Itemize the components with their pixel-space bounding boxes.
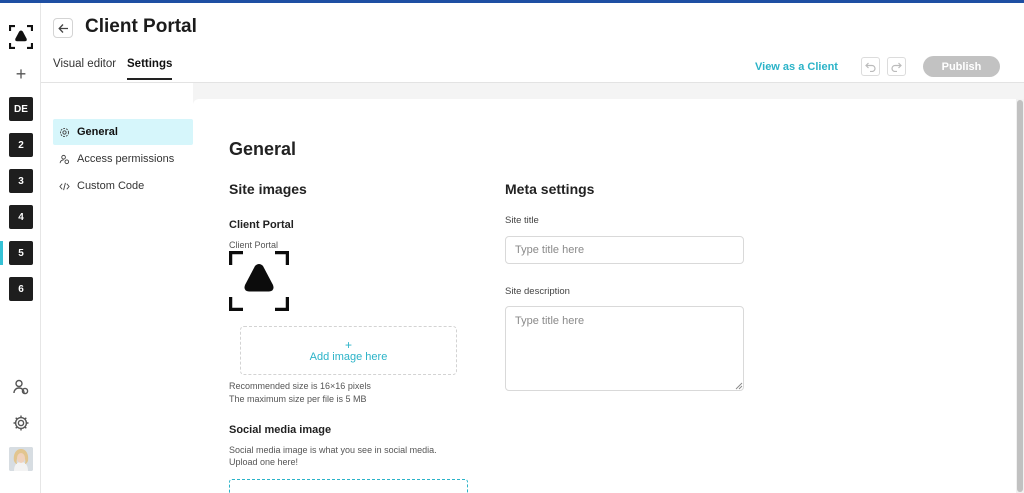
workspace-label: 4 <box>18 211 24 223</box>
active-workspace-indicator <box>0 241 3 265</box>
workspace-6[interactable]: 6 <box>9 277 33 301</box>
social-media-desc-2: Upload one here! <box>229 457 299 467</box>
undo-button[interactable] <box>861 57 880 76</box>
workspace-label: DE <box>14 103 28 115</box>
workspace-4[interactable]: 4 <box>9 205 33 229</box>
add-image-label: Add image here <box>309 350 388 363</box>
settings-gear-icon[interactable] <box>12 414 30 432</box>
code-icon <box>59 182 70 190</box>
add-image-dropzone[interactable]: + Add image here <box>240 326 457 375</box>
social-media-desc: Social media image is what you see in so… <box>229 445 437 455</box>
workspace-3[interactable]: 3 <box>9 169 33 193</box>
plus-icon: + <box>344 337 352 352</box>
max-size-note: The maximum size per file is 5 MB <box>229 394 367 404</box>
portal-logo-preview <box>229 251 289 311</box>
site-images-heading: Site images <box>229 181 307 197</box>
workspace-5[interactable]: 5 <box>9 241 33 265</box>
settings-nav: General Access permissions Custom Code <box>41 83 193 493</box>
site-title-label: Site title <box>505 215 539 226</box>
settings-nav-label: General <box>77 126 118 138</box>
workspace-label: 6 <box>18 283 24 295</box>
scrollbar-thumb[interactable] <box>1017 100 1023 492</box>
social-media-image-title: Social media image <box>229 424 332 436</box>
publish-button[interactable]: Publish <box>923 56 1000 77</box>
users-icon[interactable] <box>12 378 30 396</box>
tab-visual-editor[interactable]: Visual editor <box>53 58 116 78</box>
site-title-input[interactable] <box>505 236 744 264</box>
gear-icon <box>60 127 69 137</box>
resize-handle-icon[interactable] <box>735 382 743 390</box>
app-logo-icon[interactable] <box>9 25 33 49</box>
workspace-label: 2 <box>18 139 24 151</box>
undo-icon <box>865 62 876 72</box>
portal-logo-title: Client Portal <box>229 219 294 231</box>
app-rail: + DE 2 3 4 5 6 <box>0 3 41 493</box>
users-icon <box>59 154 70 164</box>
portal-logo-caption: Client Portal <box>229 240 279 250</box>
arrow-left-icon <box>57 23 68 33</box>
view-as-client-link[interactable]: View as a Client <box>755 61 838 73</box>
tab-settings[interactable]: Settings <box>127 58 173 80</box>
workspace-label: 5 <box>18 247 24 259</box>
redo-button[interactable] <box>887 57 906 76</box>
redo-icon <box>891 62 902 72</box>
avatar[interactable] <box>9 447 33 471</box>
section-title: General <box>229 139 297 159</box>
settings-nav-access-permissions[interactable]: Access permissions <box>53 146 193 172</box>
site-description-textarea[interactable] <box>505 306 744 391</box>
settings-nav-custom-code[interactable]: Custom Code <box>53 173 193 199</box>
settings-nav-general[interactable]: General <box>53 119 193 145</box>
settings-nav-label: Access permissions <box>77 153 175 165</box>
meta-settings-heading: Meta settings <box>505 181 595 197</box>
top-accent-stripe <box>0 0 1024 3</box>
workspace-de[interactable]: DE <box>9 97 33 121</box>
add-workspace-icon[interactable]: + <box>12 65 30 83</box>
workspace-2[interactable]: 2 <box>9 133 33 157</box>
back-button[interactable] <box>53 18 73 38</box>
site-description-label: Site description <box>505 286 570 297</box>
workspace-label: 3 <box>18 175 24 187</box>
page-title: Client Portal <box>85 16 197 37</box>
settings-nav-label: Custom Code <box>77 180 145 192</box>
recommended-size-note: Recommended size is 16×16 pixels <box>229 381 371 391</box>
social-image-dropzone[interactable] <box>229 479 468 493</box>
